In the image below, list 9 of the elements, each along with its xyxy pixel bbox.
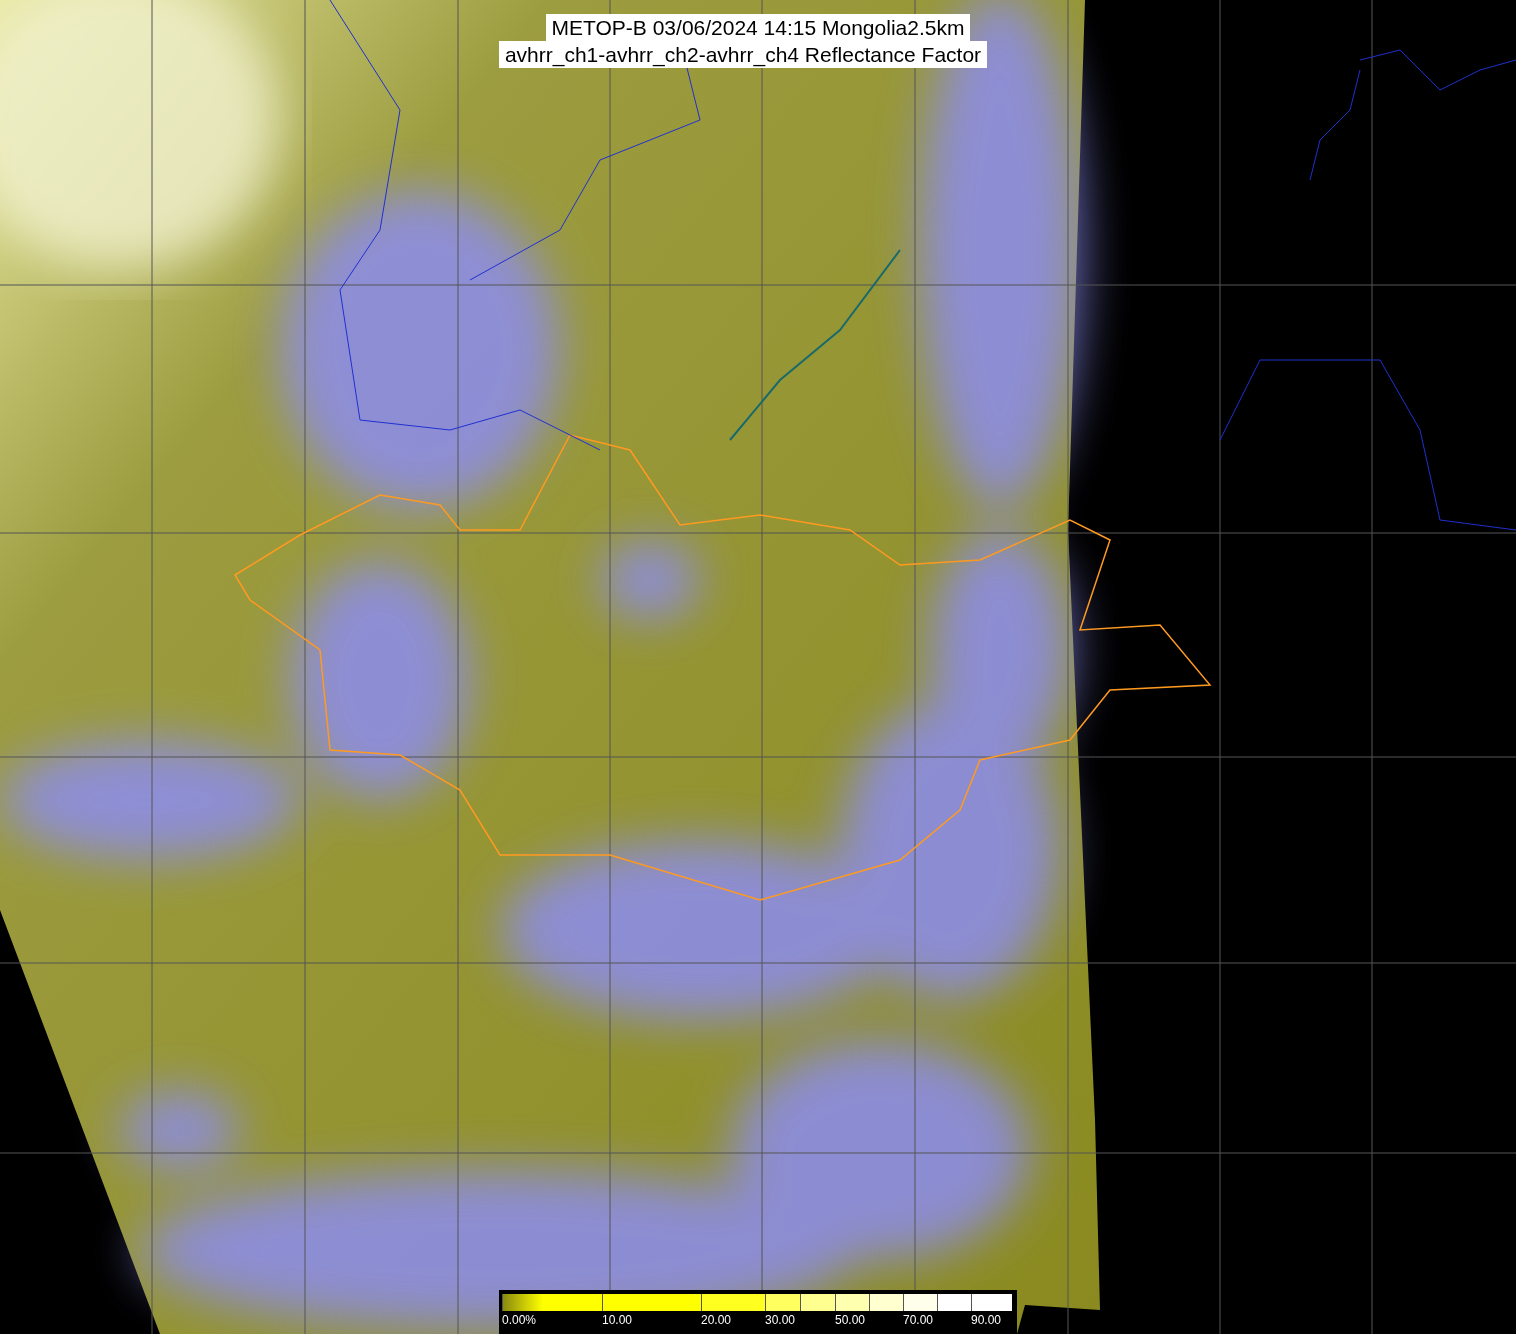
map-title: avhrr_ch1-avhrr_ch2-avhrr_ch4 Reflectance Factor [498,41,988,68]
colorbar-label: 90.00 [971,1313,1002,1327]
colorbar-label: 0.00% [502,1313,537,1327]
colorbar-label: 70.00 [903,1313,934,1327]
colorbar-label: 20.00 [701,1313,732,1327]
colorbar-label: 10.00 [602,1313,633,1327]
map-title: METOP-B 03/06/2024 14:15 Mongolia2.5km [545,14,971,41]
colorbar-label: 30.00 [765,1313,796,1327]
colorbar-label: 50.00 [835,1313,866,1327]
